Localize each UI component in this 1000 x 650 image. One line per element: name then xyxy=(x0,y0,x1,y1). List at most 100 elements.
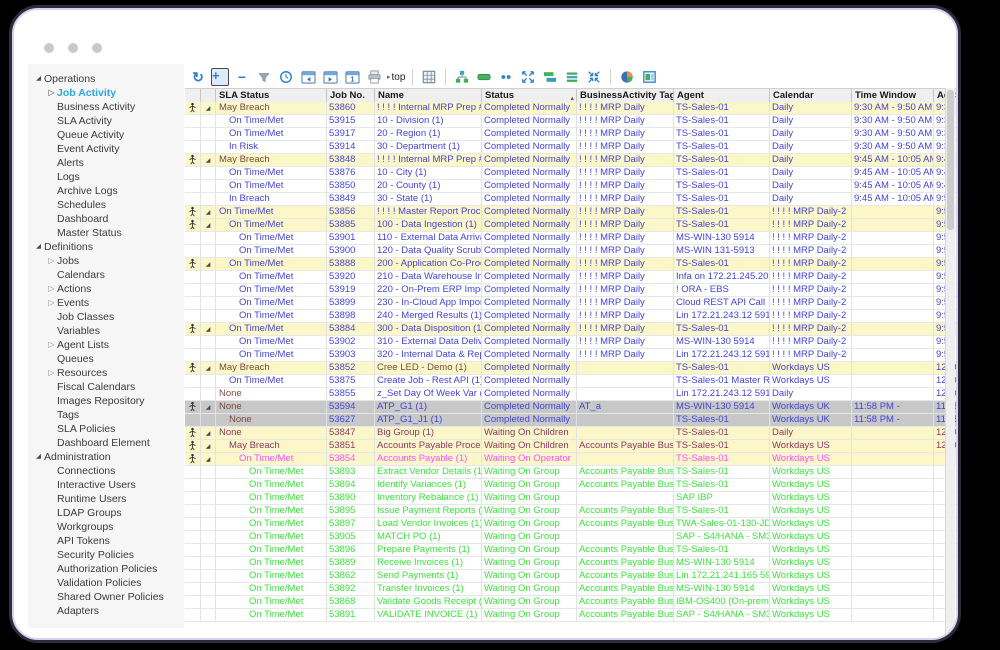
table-row[interactable]: ◢None53847Big Group (1)Waiting On Childr… xyxy=(185,427,958,440)
sidebar-item-connections[interactable]: Connections xyxy=(28,464,184,478)
table-row[interactable]: On Time/Met53894Identify Variances (1)Wa… xyxy=(185,479,958,492)
table-row[interactable]: ◢On Time/Met53888200 - Application Co-Pr… xyxy=(185,258,958,271)
clock-icon[interactable] xyxy=(277,68,295,86)
sidebar-item-api-tokens[interactable]: API Tokens xyxy=(28,534,184,548)
table-row[interactable]: On Time/Met53893Extract Vendor Details (… xyxy=(185,466,958,479)
sidebar-item-authorization-policies[interactable]: Authorization Policies xyxy=(28,562,184,576)
column-header-icon[interactable] xyxy=(201,89,216,103)
table-row[interactable]: ◢May Breach53851Accounts Payable Process… xyxy=(185,440,958,453)
sidebar-item-logs[interactable]: Logs xyxy=(28,170,184,184)
table-row[interactable]: ◢On Time/Met53885100 - Data Ingestion (1… xyxy=(185,219,958,232)
sidebar-item-resources[interactable]: ▷Resources xyxy=(28,366,184,380)
calendar-next-icon[interactable] xyxy=(321,68,339,86)
expand-all-icon[interactable]: + xyxy=(211,68,229,86)
table-row[interactable]: On Time/Met53902310 - External Data Deli… xyxy=(185,336,958,349)
sidebar-item-alerts[interactable]: Alerts xyxy=(28,156,184,170)
sidebar-item-ldap-groups[interactable]: LDAP Groups xyxy=(28,506,184,520)
sidebar-section-operations[interactable]: ◢Operations xyxy=(28,72,184,86)
column-header-icon[interactable] xyxy=(185,89,201,103)
sidebar-item-fiscal-calendars[interactable]: Fiscal Calendars xyxy=(28,380,184,394)
sidebar-item-shared-owner-policies[interactable]: Shared Owner Policies xyxy=(28,590,184,604)
print-icon[interactable] xyxy=(365,68,383,86)
list-icon[interactable] xyxy=(563,68,581,86)
sidebar-item-business-activity[interactable]: Business Activity xyxy=(28,100,184,114)
vertical-scrollbar[interactable] xyxy=(945,88,955,634)
window-control-dot[interactable] xyxy=(92,43,102,53)
table-row[interactable]: On Time/Met53875Create Job - Rest API (1… xyxy=(185,375,958,388)
window-control-dot[interactable] xyxy=(68,43,78,53)
table-row[interactable]: On Time/Met5391720 - Region (1)Completed… xyxy=(185,128,958,141)
sidebar-item-queue-activity[interactable]: Queue Activity xyxy=(28,128,184,142)
table-row[interactable]: On Time/Met53862Send Payments (1)Waiting… xyxy=(185,570,958,583)
sidebar-item-runtime-users[interactable]: Runtime Users xyxy=(28,492,184,506)
table-row[interactable]: ◢May Breach53860! ! ! ! Internal MRP Pre… xyxy=(185,102,958,115)
table-row[interactable]: On Time/Met53900120 - Data Quality Scrub… xyxy=(185,245,958,258)
table-row[interactable]: In Breach5384930 - State (1)Completed No… xyxy=(185,193,958,206)
table-row[interactable]: On Time/Met53892Transfer Invoices (1)Wai… xyxy=(185,583,958,596)
arrows-out-icon[interactable] xyxy=(519,68,537,86)
table-row[interactable]: On Time/Met53891VALIDATE INVOICE (1)Wait… xyxy=(185,609,958,622)
sidebar-section-administration[interactable]: ◢Administration xyxy=(28,450,184,464)
sidebar-item-validation-policies[interactable]: Validation Policies xyxy=(28,576,184,590)
table-row[interactable]: In Risk5391430 - Department (1)Completed… xyxy=(185,141,958,154)
calendar-prev-icon[interactable] xyxy=(299,68,317,86)
table-row[interactable]: ◢On Time/Met53854Accounts Payable (1)Wai… xyxy=(185,453,958,466)
table-row[interactable]: On Time/Met53905MATCH PO (1)Waiting On G… xyxy=(185,531,958,544)
panel-icon[interactable] xyxy=(640,68,658,86)
sidebar-item-dashboard[interactable]: Dashboard xyxy=(28,212,184,226)
table-row[interactable]: On Time/Met53895Issue Payment Reports (1… xyxy=(185,505,958,518)
table-row[interactable]: None53627ATP_G1_J1 (1)Completed Normally… xyxy=(185,414,958,427)
table-row[interactable]: ◢May Breach53852Cree LED - Demo (1)Compl… xyxy=(185,362,958,375)
top-button[interactable]: ▸top xyxy=(387,72,405,83)
table-row[interactable]: None53855z_Set Day Of Week Var (1)Comple… xyxy=(185,388,958,401)
column-header-time-window[interactable]: Time Window xyxy=(852,89,934,103)
column-header-name[interactable]: Name xyxy=(375,89,482,103)
sidebar-item-sla-policies[interactable]: SLA Policies xyxy=(28,422,184,436)
gantt-bar-icon[interactable] xyxy=(475,68,493,86)
table-row[interactable]: On Time/Met53890Inventory Rebalance (1)W… xyxy=(185,492,958,505)
sidebar-item-images-repository[interactable]: Images Repository xyxy=(28,394,184,408)
pie-chart-icon[interactable] xyxy=(618,68,636,86)
sidebar-item-adapters[interactable]: Adapters xyxy=(28,604,184,618)
sidebar-item-job-activity[interactable]: ▷Job Activity xyxy=(28,86,184,100)
sidebar-item-variables[interactable]: Variables xyxy=(28,324,184,338)
sidebar-item-dashboard-element[interactable]: Dashboard Element xyxy=(28,436,184,450)
hierarchy-icon[interactable] xyxy=(453,68,471,86)
table-row[interactable]: On Time/Met53897Load Vendor Invoices (1)… xyxy=(185,518,958,531)
sidebar-item-schedules[interactable]: Schedules xyxy=(28,198,184,212)
column-header-sla-status[interactable]: SLA Status xyxy=(216,89,327,103)
table-row[interactable]: ◢On Time/Met53884300 - Data Disposition … xyxy=(185,323,958,336)
table-row[interactable]: On Time/Met53898240 - Merged Results (1)… xyxy=(185,310,958,323)
window-control-dot[interactable] xyxy=(44,43,54,53)
table-row[interactable]: On Time/Met53899230 - In-Cloud App Impor… xyxy=(185,297,958,310)
table-row[interactable]: On Time/Met53889Receive Invoices (1)Wait… xyxy=(185,557,958,570)
sidebar-item-actions[interactable]: ▷Actions xyxy=(28,282,184,296)
scrollbar-thumb[interactable] xyxy=(947,90,954,230)
calendar-today-icon[interactable]: 1 xyxy=(343,68,361,86)
column-header-status[interactable]: Status▲ xyxy=(482,89,577,103)
sidebar-item-job-classes[interactable]: Job Classes xyxy=(28,310,184,324)
sidebar-item-workgroups[interactable]: Workgroups xyxy=(28,520,184,534)
column-header-calendar[interactable]: Calendar xyxy=(770,89,852,103)
table-row[interactable]: ◢None53594ATP_G1 (1)Completed NormallyAT… xyxy=(185,401,958,414)
table-row[interactable]: On Time/Met53868Validate Goods Receipt (… xyxy=(185,596,958,609)
refresh-icon[interactable]: ↻ xyxy=(189,68,207,86)
sidebar-item-tags[interactable]: Tags xyxy=(28,408,184,422)
column-header-businessactivity-tags[interactable]: BusinessActivity Tags xyxy=(577,89,674,103)
sidebar-item-security-policies[interactable]: Security Policies xyxy=(28,548,184,562)
table-row[interactable]: On Time/Met5387610 - City (1)Completed N… xyxy=(185,167,958,180)
sidebar-item-agent-lists[interactable]: ▷Agent Lists xyxy=(28,338,184,352)
sidebar-item-jobs[interactable]: ▷Jobs xyxy=(28,254,184,268)
table-row[interactable]: On Time/Met53919220 - On-Prem ERP Import… xyxy=(185,284,958,297)
sidebar-item-queues[interactable]: Queues xyxy=(28,352,184,366)
sidebar-item-archive-logs[interactable]: Archive Logs xyxy=(28,184,184,198)
sidebar-item-event-activity[interactable]: Event Activity xyxy=(28,142,184,156)
column-header-agent[interactable]: Agent xyxy=(674,89,770,103)
grid-icon[interactable] xyxy=(420,68,438,86)
sidebar-item-sla-activity[interactable]: SLA Activity xyxy=(28,114,184,128)
table-row[interactable]: On Time/Met53896Prepare Payments (1)Wait… xyxy=(185,544,958,557)
column-header-job-no-[interactable]: Job No. xyxy=(327,89,375,103)
table-row[interactable]: On Time/Met53903320 - Internal Data & Re… xyxy=(185,349,958,362)
filter-icon[interactable] xyxy=(255,68,273,86)
collapse-all-icon[interactable]: − xyxy=(233,68,251,86)
